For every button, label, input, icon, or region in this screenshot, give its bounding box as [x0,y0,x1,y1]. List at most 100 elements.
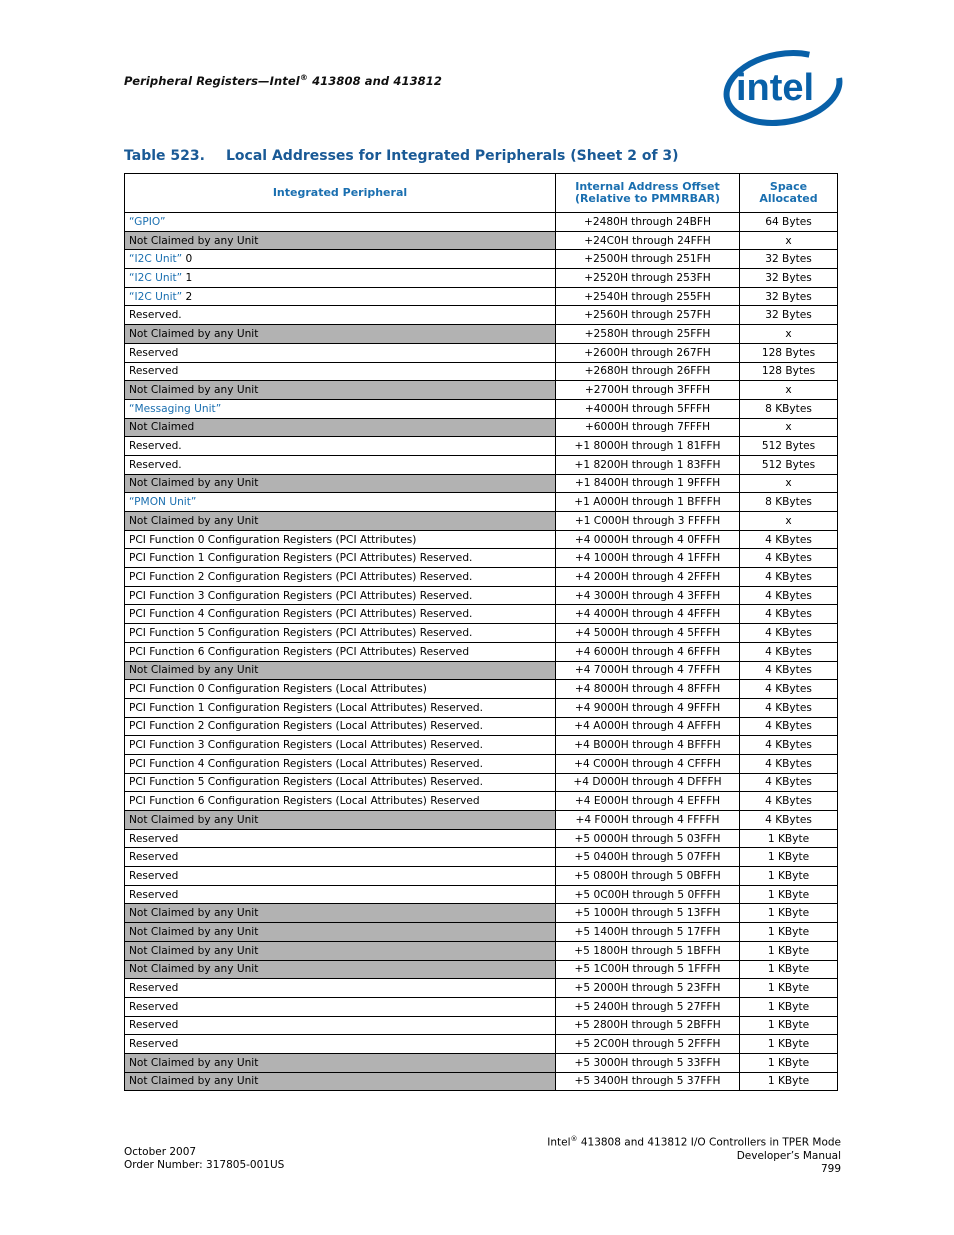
peripheral-name: PCI Function 2 Configuration Registers (… [129,570,473,583]
peripheral-name: Not Claimed by any Unit [129,327,259,340]
peripheral-link[interactable]: “GPIO” [129,216,165,228]
table-row: Not Claimed by any Unit +1 8400H through … [124,473,838,494]
peripheral-cell: Not Claimed by any Unit [124,1052,556,1073]
peripheral-name: Reserved. [129,309,182,322]
peripheral-cell: PCI Function 5 Configuration Registers (… [124,772,556,793]
table-title: Local Addresses for Integrated Periphera… [226,148,679,164]
table-row: PCI Function 6 Configuration Registers (… [124,791,838,811]
column-header-offset: Internal Address Offset (Relative to PMM… [555,173,740,213]
peripheral-cell: Reserved [124,847,556,868]
table-row: Not Claimed by any Unit +4 7000H through … [124,660,838,681]
space-allocated-cell: 128 Bytes [739,361,838,382]
table-row: Not Claimed by any Unit +2580H through 25… [124,324,838,344]
peripheral-cell: “I2C Unit” 1 [124,268,556,288]
peripheral-name: Not Claimed by any Unit [129,384,259,397]
running-header-models: 413808 and 413812 [307,73,442,88]
table-row: PCI Function 6 Configuration Registers (… [124,641,838,662]
table-row: PCI Function 3 Configuration Registers (… [124,735,838,755]
address-offset-cell: +5 0000H through 5 03FFH [555,828,740,849]
peripheral-name: Not Claimed by any Unit [129,514,259,527]
table-row: Not Claimed by any Unit +5 3000H through … [124,1052,838,1073]
address-offset-cell: +4 B000H through 4 BFFFH [555,735,740,755]
peripheral-cell: Reserved [124,884,556,905]
space-allocated-cell: 32 Bytes [739,305,838,326]
footer-order-number: Order Number: 317805-001US [124,1159,285,1171]
footer-doc-title-text: 413808 and 413812 I/O Controllers in TPE… [577,1136,841,1149]
peripheral-cell: PCI Function 1 Configuration Registers (… [124,697,556,718]
space-allocated-cell: 8 KBytes [739,492,838,512]
space-allocated-cell: x [739,230,838,251]
space-allocated-cell: 32 Bytes [739,268,838,288]
address-offset-cell: +2500H through 251FH [555,249,740,270]
peripheral-cell: PCI Function 5 Configuration Registers (… [124,623,556,643]
space-allocated-cell: x [739,417,838,438]
footer-left: October 2007 Order Number: 317805-001US [124,1146,284,1172]
space-allocated-cell: 32 Bytes [739,286,838,307]
table-row: PCI Function 3 Configuration Registers (… [124,585,838,606]
peripheral-instance: 1 [182,271,193,284]
peripheral-link[interactable]: “I2C Unit” [129,291,182,303]
address-offset-cell: +5 1000H through 5 13FFH [555,903,740,924]
peripheral-link[interactable]: “I2C Unit” [129,272,182,284]
address-offset-cell: +4 0000H through 4 0FFFH [555,529,740,550]
space-allocated-cell: 4 KBytes [739,529,838,550]
address-offset-cell: +2480H through 24BFH [555,212,740,232]
space-allocated-cell: 1 KByte [739,847,838,868]
table-row: Not Claimed by any Unit +1 C000H through … [124,511,838,531]
local-addresses-table: Integrated Peripheral Internal Address O… [124,173,838,1092]
space-allocated-cell: 128 Bytes [739,342,838,363]
space-allocated-cell: 8 KBytes [739,398,838,419]
address-offset-cell: +5 0C00H through 5 0FFFH [555,884,740,905]
address-offset-cell: +6000H through 7FFFH [555,417,740,438]
peripheral-cell: PCI Function 2 Configuration Registers (… [124,716,556,737]
address-offset-cell: +4 2000H through 4 2FFFH [555,567,740,587]
space-allocated-cell: x [739,511,838,531]
peripheral-cell: “PMON Unit” [124,492,556,512]
peripheral-name: PCI Function 3 Configuration Registers (… [129,589,473,602]
peripheral-name: PCI Function 4 Configuration Registers (… [129,608,473,621]
table-row: Reserved +5 2000H through 5 23FFH 1 KByte [124,978,838,998]
registered-mark: ® [299,73,308,82]
intel-logo: intel [723,50,843,126]
table-row: PCI Function 1 Configuration Registers (… [124,697,838,718]
running-header: Peripheral Registers—Intel® 413808 and 4… [124,73,442,88]
peripheral-cell: Not Claimed by any Unit [124,660,556,681]
peripheral-cell: “GPIO” [124,212,556,232]
address-offset-cell: +4 5000H through 4 5FFFH [555,623,740,643]
peripheral-cell: PCI Function 6 Configuration Registers (… [124,641,556,662]
space-allocated-cell: 1 KByte [739,1052,838,1073]
address-offset-cell: +5 3400H through 5 37FFH [555,1071,740,1092]
space-allocated-cell: 4 KBytes [739,585,838,606]
peripheral-name: Reserved [129,1038,179,1051]
address-offset-cell: +5 0800H through 5 0BFFH [555,866,740,886]
page-number: 799 [820,1162,841,1175]
peripheral-cell: Not Claimed by any Unit [124,1071,556,1092]
address-offset-cell: +1 8400H through 1 9FFFH [555,473,740,494]
address-offset-cell: +1 8000H through 1 81FFH [555,436,740,456]
space-allocated-cell: 1 KByte [739,903,838,924]
peripheral-link[interactable]: “I2C Unit” [129,253,182,265]
space-allocated-cell: 4 KBytes [739,697,838,718]
peripheral-link[interactable]: “PMON Unit” [129,496,196,508]
peripheral-cell: Reserved [124,996,556,1017]
peripheral-name: Not Claimed by any Unit [129,1056,259,1069]
table-row: Not Claimed by any Unit +4 F000H through … [124,810,838,830]
address-offset-cell: +5 2400H through 5 27FFH [555,996,740,1017]
peripheral-name: Not Claimed [129,421,195,434]
address-offset-cell: +4000H through 5FFFH [555,398,740,419]
space-allocated-cell: 4 KBytes [739,660,838,681]
peripheral-name: Not Claimed by any Unit [129,925,259,938]
column-header-peripheral: Integrated Peripheral [124,173,556,213]
intel-logo-text: intel [736,67,814,109]
table-row: Not Claimed by any Unit +24C0H through 24… [124,230,838,251]
space-allocated-cell: 1 KByte [739,922,838,942]
peripheral-name: Not Claimed by any Unit [129,907,259,920]
peripheral-link[interactable]: “Messaging Unit” [129,403,221,415]
peripheral-name: PCI Function 1 Configuration Registers (… [129,701,483,714]
space-allocated-cell: 4 KBytes [739,623,838,643]
address-offset-cell: +4 1000H through 4 1FFFH [555,548,740,569]
address-offset-cell: +24C0H through 24FFH [555,230,740,251]
space-allocated-cell: 4 KBytes [739,810,838,830]
peripheral-name: Reserved [129,832,179,845]
space-allocated-cell: 1 KByte [739,884,838,905]
